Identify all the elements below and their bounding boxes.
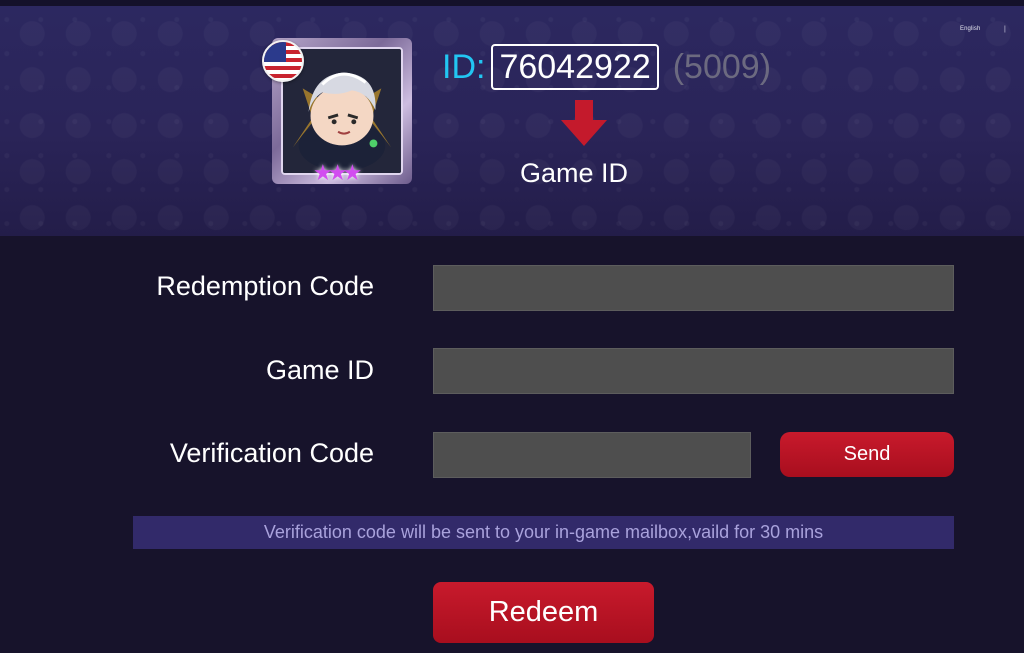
player-id-value: 76042922 <box>491 44 659 90</box>
redemption-code-input[interactable] <box>433 265 954 311</box>
zone-id-value: (5009) <box>672 47 772 86</box>
language-separator: | <box>1004 26 1006 33</box>
header-banner: English | <box>0 6 1024 236</box>
game-id-label: Game ID <box>265 355 374 385</box>
game-id-caption: Game ID <box>520 158 629 188</box>
verification-notice: Verification code will be sent to your i… <box>133 516 954 549</box>
arrow-down-icon <box>561 100 607 146</box>
verification-code-input[interactable] <box>433 432 751 478</box>
id-label: ID: <box>442 47 486 86</box>
star-rating-icon: ★★★ <box>313 160 362 185</box>
us-flag-icon <box>262 40 304 82</box>
language-selector[interactable]: English <box>960 26 980 32</box>
verification-code-label: Verification Code <box>169 438 374 468</box>
send-button[interactable]: Send <box>780 432 954 477</box>
redemption-code-label: Redemption Code <box>156 271 374 301</box>
game-id-input[interactable] <box>433 348 954 394</box>
player-id-row: ID: 76042922 (5009) <box>442 44 771 90</box>
redeem-button[interactable]: Redeem <box>433 582 654 643</box>
